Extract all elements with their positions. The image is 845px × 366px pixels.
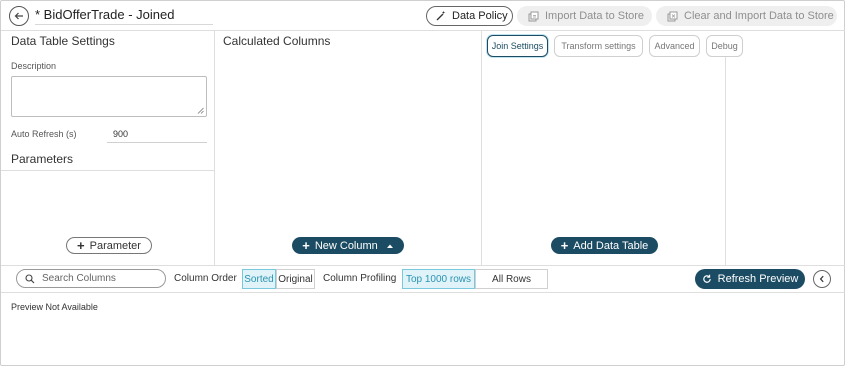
- search-icon: [25, 273, 35, 283]
- page-title: * BidOfferTrade - Joined: [35, 7, 175, 22]
- panel-divider-3: [725, 57, 726, 265]
- chevron-left-icon: [819, 275, 824, 283]
- toolbar-top-divider: [1, 265, 845, 266]
- clear-import-label: Clear and Import Data to Store: [684, 10, 834, 22]
- profiling-all-rows-option[interactable]: All Rows: [475, 269, 548, 289]
- profiling-top-rows-option[interactable]: Top 1000 rows: [402, 269, 475, 289]
- parameters-divider: [1, 170, 214, 171]
- tab-advanced-label: Advanced: [654, 41, 695, 51]
- auto-refresh-input[interactable]: 900: [107, 126, 207, 143]
- add-parameter-label: Parameter: [89, 239, 141, 252]
- order-sorted-option[interactable]: Sorted: [242, 269, 276, 289]
- title-field[interactable]: * BidOfferTrade - Joined: [35, 5, 213, 25]
- search-input[interactable]: [42, 273, 157, 284]
- panel-divider-1: [214, 31, 215, 265]
- column-profiling-label: Column Profiling: [323, 273, 397, 284]
- header-bar: * BidOfferTrade - Joined Data Policy Imp…: [1, 1, 845, 31]
- tab-advanced[interactable]: Advanced: [649, 35, 700, 57]
- plus-icon: +: [560, 238, 569, 253]
- tab-transform-settings-label: Transform settings: [561, 41, 636, 51]
- new-column-label: New Column: [314, 239, 378, 252]
- refresh-icon: [702, 274, 711, 283]
- import-data-label: Import Data to Store: [545, 10, 645, 22]
- new-column-button[interactable]: + New Column: [292, 237, 404, 254]
- calculated-columns-title: Calculated Columns: [223, 34, 331, 48]
- settings-title: Data Table Settings: [11, 34, 115, 48]
- wand-icon: [436, 11, 445, 21]
- add-data-table-label: Add Data Table: [573, 239, 649, 252]
- column-order-label: Column Order: [174, 273, 237, 284]
- preview-message: Preview Not Available: [11, 302, 98, 312]
- add-parameter-button[interactable]: + Parameter: [66, 237, 152, 254]
- tab-join-settings[interactable]: Join Settings: [487, 35, 548, 57]
- order-original-option[interactable]: Original: [276, 269, 315, 289]
- caret-up-icon: [386, 244, 393, 248]
- clear-import-button[interactable]: Clear and Import Data to Store: [656, 6, 837, 26]
- search-columns[interactable]: [16, 269, 166, 288]
- refresh-preview-label: Refresh Preview: [717, 273, 799, 285]
- header-divider: [1, 30, 845, 31]
- arrow-left-icon: [14, 12, 23, 20]
- tab-debug-label: Debug: [711, 41, 738, 51]
- tab-transform-settings[interactable]: Transform settings: [554, 35, 643, 57]
- toolbar-bottom-divider: [1, 292, 845, 293]
- collapse-panel-button[interactable]: [813, 270, 831, 288]
- refresh-preview-button[interactable]: Refresh Preview: [695, 269, 805, 289]
- back-button[interactable]: [9, 6, 29, 26]
- description-field[interactable]: [11, 76, 207, 117]
- description-label: Description: [11, 61, 57, 71]
- panel-divider-2: [481, 31, 482, 265]
- data-policy-button[interactable]: Data Policy: [426, 6, 513, 26]
- data-policy-label: Data Policy: [452, 10, 508, 22]
- parameters-title: Parameters: [11, 152, 74, 166]
- import-icon: [528, 11, 539, 21]
- auto-refresh-label: Auto Refresh (s): [11, 129, 77, 139]
- resize-grip-icon[interactable]: [197, 107, 204, 114]
- clear-import-icon: [667, 11, 678, 21]
- import-data-button[interactable]: Import Data to Store: [517, 6, 652, 26]
- plus-icon: +: [302, 238, 310, 253]
- plus-icon: +: [77, 238, 85, 253]
- workspace-frame: * BidOfferTrade - Joined Data Policy Imp…: [0, 0, 845, 366]
- add-data-table-button[interactable]: + Add Data Table: [551, 237, 658, 254]
- tab-join-settings-label: Join Settings: [491, 41, 544, 51]
- tab-debug[interactable]: Debug: [706, 35, 743, 57]
